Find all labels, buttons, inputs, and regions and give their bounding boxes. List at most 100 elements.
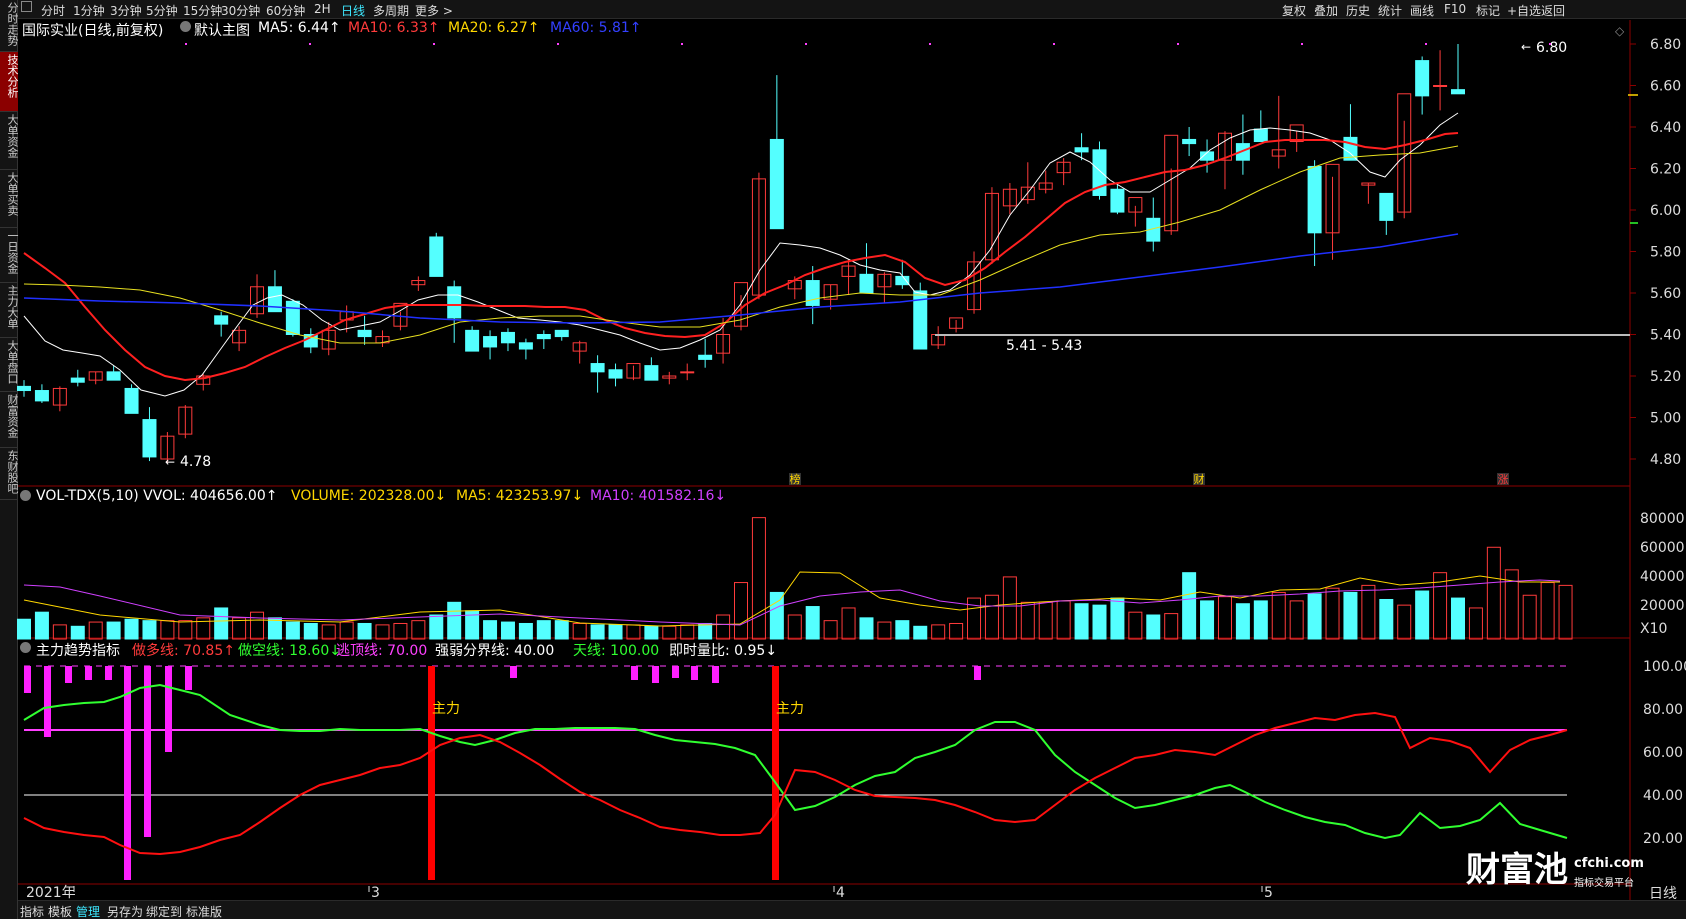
vol-dropdown-icon[interactable] — [20, 490, 31, 501]
volume-bar — [608, 624, 623, 640]
candle-body — [1433, 85, 1448, 87]
date-axis-label-1: 3 — [371, 885, 380, 901]
price-axis-label: 6.20 — [1650, 162, 1681, 178]
candle-body — [34, 390, 49, 402]
volume-bar — [1200, 600, 1215, 640]
ind-label-6: 即时量比: 0.95↓ — [669, 643, 778, 659]
volume-bar — [734, 582, 748, 640]
signal-bar — [691, 666, 698, 680]
volume-bar — [680, 624, 695, 640]
candle-body — [142, 419, 157, 458]
volume-bar — [1397, 604, 1412, 640]
signal-bar — [24, 666, 31, 693]
ind-label-5: 天线: 100.00 — [573, 643, 660, 659]
price-axis-label: 4.80 — [1650, 452, 1681, 468]
ind-dropdown-icon[interactable] — [20, 642, 31, 653]
signal-bar — [631, 666, 638, 680]
volume-bar — [662, 625, 677, 640]
volume-bar — [142, 620, 157, 640]
volume-bar — [1307, 593, 1322, 640]
volume-bar — [1486, 546, 1501, 640]
high-arrow-icon: ← — [1521, 40, 1531, 54]
bottom-tab-1[interactable]: 模板 — [48, 903, 72, 919]
top-dot — [929, 43, 931, 45]
vol-axis-label: 80000 — [1640, 511, 1685, 527]
candle-body — [1415, 60, 1430, 97]
ind-label-2: 做空线: 18.60↓ — [238, 643, 341, 659]
candle-body — [859, 273, 874, 294]
top-dot — [1549, 43, 1551, 45]
bottom-tab-0[interactable]: 指标 — [20, 903, 44, 919]
vol-axis-label: 40000 — [1640, 569, 1685, 585]
bottom-tab-4[interactable]: 绑定到 — [146, 903, 182, 919]
candle-body — [465, 329, 480, 352]
volume-bar — [1235, 603, 1250, 640]
volume-bar — [1164, 613, 1179, 640]
bottom-toolbar: 指标 模板 管理 另存为 绑定到 标准版 — [18, 900, 1686, 919]
candle-body — [644, 365, 659, 381]
signal-bar — [510, 666, 517, 678]
candle-body — [70, 377, 85, 383]
volume-bar — [321, 624, 336, 640]
candle-body — [1110, 188, 1125, 213]
candle-body — [1451, 89, 1465, 95]
volume-bar — [124, 618, 139, 640]
chart-area: 6.80 6.60 6.40 6.20 6.00 5.80 5.60 5.40 5.20 5.00… — [17, 20, 1686, 902]
volume-bar — [1253, 600, 1268, 640]
watermark-brand: 财富池 — [1466, 850, 1568, 890]
candle-body — [1253, 128, 1268, 143]
top-dot — [681, 43, 683, 45]
volume-bar — [303, 622, 318, 640]
bottom-tab-3[interactable]: 另存为 — [107, 903, 143, 919]
volume-bar — [590, 624, 605, 640]
top-dot — [1301, 43, 1303, 45]
candle-body — [500, 331, 515, 344]
volume-bar — [913, 625, 928, 640]
volume-bar — [644, 625, 659, 640]
volume-bar — [52, 624, 67, 640]
candle-body — [1307, 165, 1322, 234]
zhuli-label-1: 主力 — [776, 701, 804, 717]
volume-bar — [895, 620, 910, 640]
volume-bar — [34, 611, 49, 640]
volume-bar — [178, 620, 193, 640]
ind-label-4: 强弱分界线: 40.00 — [435, 643, 555, 659]
volume-bar — [1002, 576, 1017, 640]
candle-body — [518, 342, 533, 350]
volume-bar — [1468, 607, 1483, 640]
event-marker-1: 财 — [1194, 472, 1205, 486]
signal-bar — [652, 666, 659, 683]
vol-label-1: VOLUME: 202328.00↓ — [291, 488, 447, 504]
signal-bar — [185, 666, 192, 690]
ind-label-3: 逃顶线: 70.00 — [336, 643, 428, 659]
vol-label-0: VOL-TDX(5,10) VVOL: 404656.00↑ — [36, 488, 278, 504]
volume-bar — [716, 614, 731, 640]
bottom-tab-5[interactable]: 标准版 — [186, 903, 222, 919]
price-axis-label: 6.60 — [1650, 79, 1681, 95]
vol-axis-label: 60000 — [1640, 540, 1685, 556]
volume-bar — [1379, 598, 1394, 640]
volume-bar — [1325, 587, 1340, 640]
ind-label-1: 做多线: 70.85↑ — [132, 643, 235, 659]
volume-bar — [70, 625, 85, 640]
candle-body — [608, 369, 623, 379]
volume-bar — [1110, 597, 1125, 640]
bottom-tab-2[interactable]: 管理 — [76, 903, 100, 919]
low-annotation: 4.78 — [180, 454, 211, 470]
volume-bar — [1020, 601, 1035, 640]
zhuli-label-0: 主力 — [432, 701, 460, 717]
zhuli-bar — [772, 666, 779, 880]
candle-body — [483, 336, 498, 348]
volume-bar — [88, 621, 103, 640]
volume-bar — [1271, 591, 1286, 640]
candle-body — [1074, 147, 1089, 153]
volume-bar — [1522, 594, 1537, 640]
indicator-dropdown-icon[interactable] — [180, 21, 191, 32]
volume-bar — [1092, 604, 1107, 640]
main-indicator[interactable]: 默认主图 — [194, 20, 250, 40]
volume-bar — [769, 591, 784, 640]
ind-axis-label: 80.00 — [1643, 702, 1683, 718]
volume-bar — [500, 621, 515, 640]
top-dot — [433, 43, 435, 45]
watermark-domain: cfchi.com — [1574, 856, 1644, 871]
